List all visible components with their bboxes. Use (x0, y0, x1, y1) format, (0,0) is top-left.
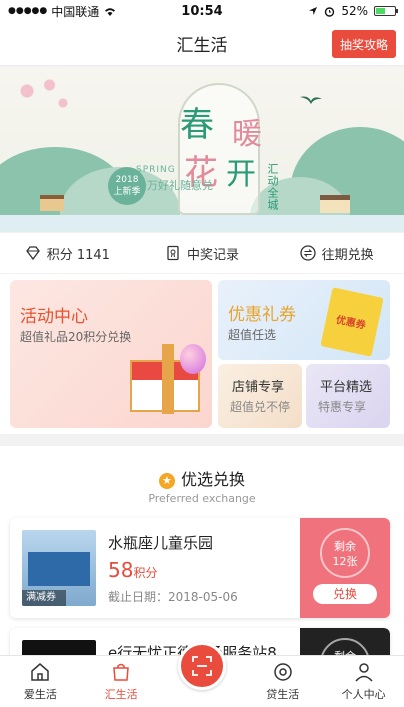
exchange-icon (300, 245, 316, 261)
banner-char-spring: 春 (180, 105, 214, 145)
alarm-icon (325, 6, 335, 17)
river (0, 215, 404, 232)
item-name: 水瓶座儿童乐园 (108, 534, 214, 552)
tab-profile[interactable]: 个人中心 (323, 656, 404, 707)
banner-char-open: 开 (226, 157, 256, 192)
tab-hui-life-label: 汇生活 (104, 688, 138, 701)
item-thumbnail: 满减券 (22, 530, 96, 606)
lottery-guide-button[interactable]: 抽奖攻略 (331, 30, 396, 58)
carrier-name: 中国联通 (51, 4, 100, 19)
platform-picks-card[interactable]: 平台精选 特惠专享 (306, 364, 390, 428)
target-icon (274, 663, 292, 681)
preferred-exchange-section: ★ 优选兑换 Preferred exchange 满减券 水瓶座儿童乐园 58积… (0, 446, 404, 656)
activity-center-card[interactable]: 活动中心 超值礼品20积分兑换 (10, 280, 212, 428)
section-title: ★ 优选兑换 (0, 466, 404, 490)
coupon-ticket-label: 优惠券 (334, 314, 367, 332)
status-bar: ●●●●● 中国联通 10:54 52% (0, 0, 404, 22)
promo-banner[interactable]: 春 暖 花 开 汇动全城 2018 上新季 SPRING 千万好礼随意兑 (0, 67, 404, 232)
home-icon (31, 663, 50, 681)
item-deadline: 截止日期：2018-05-06 (108, 590, 238, 604)
win-records-link[interactable]: 中奖记录 (135, 244, 270, 263)
exchange-button[interactable]: 兑换 (313, 584, 377, 604)
shop-exclusive-title: 店铺专享 (232, 380, 285, 395)
scan-button[interactable] (178, 642, 226, 690)
shop-exclusive-desc: 超值兑不停 (230, 400, 291, 414)
star-icon: ★ (158, 473, 175, 489)
coupon-card[interactable]: 优惠礼券 超值任选 优惠券 (218, 280, 390, 360)
tab-loan-life-label: 贷生活 (266, 688, 300, 701)
thumb-tag: 满减券 (22, 590, 66, 606)
diamond-icon (25, 246, 40, 261)
house-icon (320, 195, 350, 213)
quick-links: 积分 1141 中奖记录 往期兑换 (0, 233, 404, 273)
location-icon (309, 7, 318, 15)
past-exchange-label: 往期兑换 (321, 247, 374, 263)
tab-hui-life[interactable]: 汇生活 (81, 656, 162, 707)
shopping-bag-icon (113, 663, 130, 681)
tab-profile-label: 个人中心 (341, 688, 386, 701)
activity-center-title: 活动中心 (20, 307, 88, 327)
battery-icon (374, 6, 398, 16)
remain-count: 12张 (332, 555, 358, 568)
tab-bar: 爱生活 汇生活 贷生活 个人中心 (0, 642, 404, 707)
item-points: 58积分 (108, 558, 157, 582)
building-image (28, 552, 90, 586)
platform-picks-desc: 特惠专享 (318, 400, 367, 414)
win-records-label: 中奖记录 (187, 247, 240, 263)
shop-exclusive-card[interactable]: 店铺专享 超值兑不停 (218, 364, 302, 428)
ribbon-doc-icon (167, 245, 179, 261)
banner-char-warm: 暖 (232, 117, 262, 152)
points-label: 积分 1141 (46, 247, 110, 263)
activity-grid: 活动中心 超值礼品20积分兑换 优惠礼券 超值任选 优惠券 店铺专享 超值兑不停… (0, 274, 404, 434)
tab-love-life-label: 爱生活 (23, 688, 57, 701)
banner-vertical-text: 汇动全城 (266, 163, 279, 211)
signal-icon: ●●●●● (8, 6, 48, 16)
swallow-icon (300, 96, 322, 104)
remain-label: 剩余 (334, 540, 356, 553)
balloon-icon (180, 344, 206, 374)
activity-center-desc: 超值礼品20积分兑换 (20, 330, 132, 344)
section-subtitle: Preferred exchange (148, 492, 256, 505)
blossom-branch (0, 67, 90, 127)
coupon-title: 优惠礼券 (228, 305, 296, 325)
remain-panel: 剩余 12张 兑换 (300, 518, 390, 618)
coupon-desc: 超值任选 (228, 328, 277, 342)
wifi-icon (105, 7, 116, 16)
tab-loan-life[interactable]: 贷生活 (242, 656, 323, 707)
coupon-ticket-icon: 优惠券 (320, 287, 384, 357)
points-unit: 积分 (133, 566, 158, 580)
exchange-item[interactable]: 满减券 水瓶座儿童乐园 58积分 截止日期：2018-05-06 剩余 12张 … (10, 518, 390, 618)
scan-icon (192, 656, 212, 676)
past-exchange-link[interactable]: 往期兑换 (269, 244, 404, 263)
points-link[interactable]: 积分 1141 (0, 244, 135, 263)
remain-ring: 剩余 12张 (320, 528, 370, 578)
section-title-text: 优选兑换 (180, 470, 245, 489)
banner-spring-text: SPRING (136, 165, 176, 175)
navigation-bar: 汇生活 抽奖攻略 (0, 22, 404, 66)
banner-subtitle: 千万好礼随意兑 (136, 179, 213, 192)
pavilion-icon (40, 195, 64, 211)
tab-love-life[interactable]: 爱生活 (0, 656, 81, 707)
platform-picks-title: 平台精选 (320, 380, 373, 395)
battery-percent: 52% (341, 4, 368, 18)
user-icon (355, 663, 373, 682)
points-value: 58 (108, 558, 134, 582)
page-title: 汇生活 (176, 36, 228, 56)
